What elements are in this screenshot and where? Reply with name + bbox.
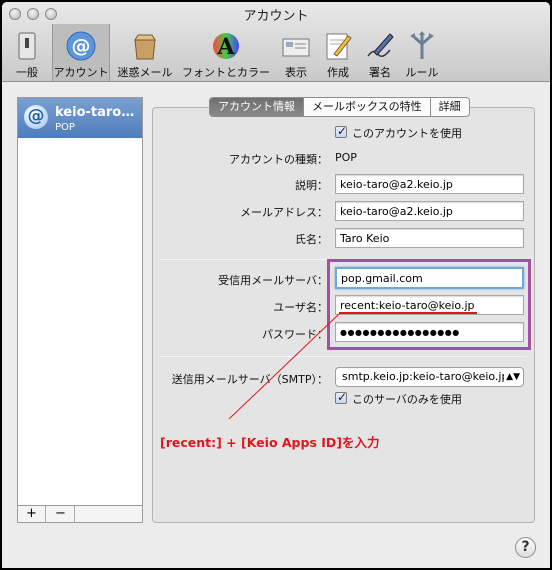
accounts-window: アカウント 一般 @ アカウント 迷惑メール A フォントとカラー 表示 作成 … [2, 2, 550, 568]
annotation-text: [recent:] + [Keio Apps ID]を入力 [160, 435, 380, 450]
help-button[interactable]: ? [515, 537, 536, 558]
annotation-pointer-line [228, 313, 340, 420]
